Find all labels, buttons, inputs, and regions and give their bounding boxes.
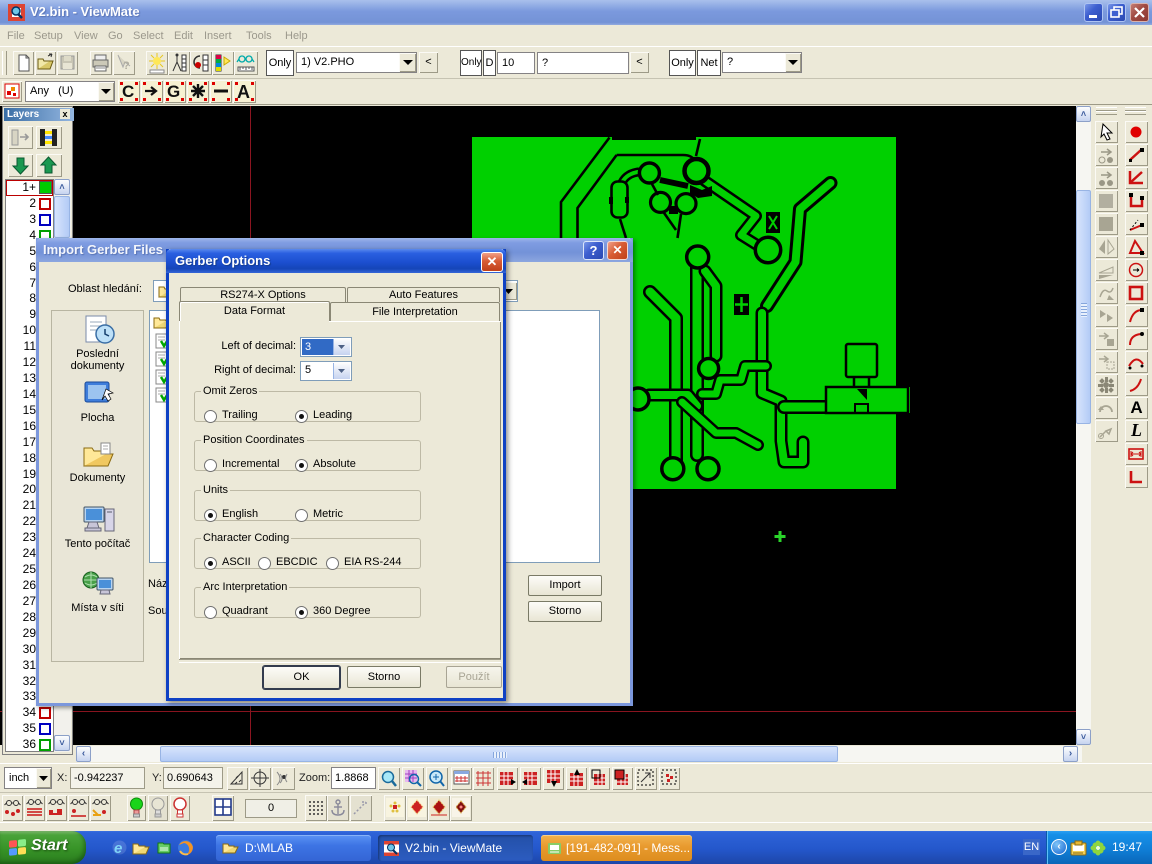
- svg-text:A: A: [237, 82, 250, 102]
- svg-text:C: C: [122, 82, 134, 101]
- svg-text:e: e: [114, 840, 122, 856]
- svg-text:?: ?: [123, 60, 130, 72]
